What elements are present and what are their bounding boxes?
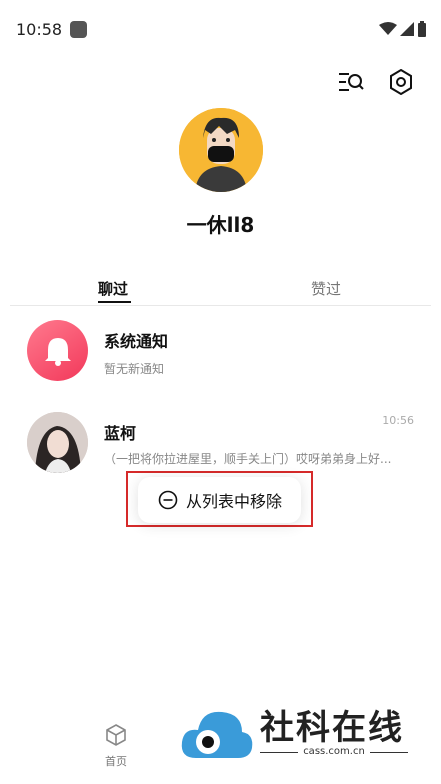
tab-liked[interactable]: 赞过	[311, 278, 341, 299]
nav-home[interactable]: 首页	[96, 723, 136, 769]
app-notification-icon	[70, 21, 87, 38]
contact-avatar	[27, 412, 88, 473]
bell-icon	[44, 337, 71, 366]
list-item-title: 系统通知	[104, 332, 169, 351]
watermark: 社科在线 cass.com.cn	[178, 700, 418, 770]
nav-home-label: 首页	[105, 755, 127, 768]
search-list-button[interactable]	[337, 68, 365, 96]
notification-avatar	[27, 320, 88, 381]
watermark-title: 社科在线	[260, 708, 404, 748]
list-item-time: 10:56	[382, 414, 414, 427]
status-indicators	[379, 21, 427, 37]
wifi-icon	[379, 22, 397, 35]
avatar-portrait	[27, 412, 88, 473]
tab-active-indicator	[98, 301, 131, 303]
list-item-lanke[interactable]: 蓝柯 10:56 （一把将你拉进屋里，顺手关上门）哎呀弟弟身上好...	[0, 410, 441, 480]
remove-from-list-label: 从列表中移除	[186, 492, 283, 511]
profile-username: 一休ll8	[186, 213, 255, 237]
home-cube-icon	[106, 724, 126, 746]
minus-circle-icon	[158, 490, 178, 510]
tab-bar: 聊过 赞过	[0, 278, 441, 306]
tab-divider	[10, 305, 431, 306]
battery-icon	[418, 21, 426, 37]
avatar-illustration	[179, 108, 263, 192]
watermark-sub: cass.com.cn	[260, 746, 408, 757]
settings-button[interactable]	[387, 68, 415, 96]
tab-chatted[interactable]: 聊过	[98, 278, 128, 299]
top-actions	[337, 68, 415, 96]
status-bar: 10:58	[0, 0, 441, 60]
cloud-logo-icon	[181, 711, 253, 758]
list-item-system-notification[interactable]: 系统通知 暂无新通知	[0, 320, 441, 390]
status-time: 10:58	[16, 20, 63, 39]
search-list-icon	[339, 73, 364, 91]
remove-from-list-button[interactable]: 从列表中移除	[138, 477, 301, 523]
signal-icon	[400, 22, 414, 36]
list-item-title: 蓝柯	[104, 424, 137, 443]
profile-avatar[interactable]	[179, 108, 263, 192]
list-item-subtitle: （一把将你拉进屋里，顺手关上门）哎呀弟弟身上好...	[104, 452, 392, 466]
gear-icon	[390, 69, 412, 95]
list-item-subtitle: 暂无新通知	[104, 362, 165, 376]
